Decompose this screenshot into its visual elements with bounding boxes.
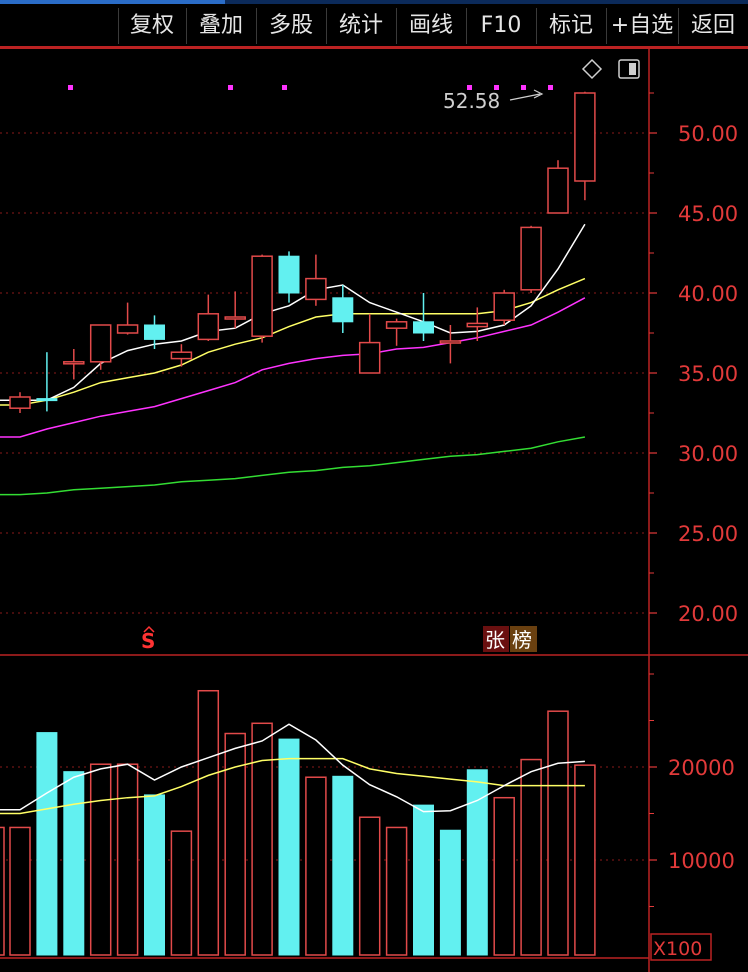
candle-body xyxy=(63,361,85,365)
panel-toggle-icon-fill xyxy=(629,63,636,75)
candle xyxy=(224,291,246,329)
candle xyxy=(413,293,434,341)
candle-body xyxy=(36,398,58,402)
candle-body xyxy=(224,316,246,320)
volume-bar xyxy=(413,804,434,956)
volume-bar-partial xyxy=(0,826,5,956)
candle xyxy=(547,160,569,214)
candle xyxy=(9,392,31,413)
candle-body xyxy=(547,167,569,214)
candle xyxy=(251,254,273,343)
candle-body xyxy=(332,297,354,323)
volume-bar xyxy=(385,826,408,956)
volume-bar xyxy=(305,776,327,956)
candle xyxy=(520,225,542,293)
candle xyxy=(358,313,381,374)
high-price-label: 52.58 xyxy=(443,89,500,113)
signal-dot xyxy=(521,85,526,90)
bang-tag[interactable]: 榜 xyxy=(512,628,532,652)
volume-bar xyxy=(493,796,515,956)
candle-body xyxy=(520,226,542,291)
candle xyxy=(197,294,220,341)
price-tick-label: 20.00 xyxy=(678,602,738,626)
candle-body xyxy=(358,341,381,374)
volume-bar xyxy=(439,829,461,956)
zhang-tag[interactable]: 张 xyxy=(485,628,505,652)
diamond-icon[interactable] xyxy=(581,58,603,80)
volume-bar xyxy=(574,764,596,956)
candle xyxy=(89,324,112,370)
candle-body xyxy=(278,255,300,294)
candle xyxy=(385,318,408,346)
volume-bars xyxy=(0,689,596,956)
candle-body xyxy=(385,321,408,329)
candle-body xyxy=(305,277,327,301)
volume-bar xyxy=(9,826,31,956)
volume-bar xyxy=(89,763,112,956)
candle-body xyxy=(439,340,462,344)
signal-dot xyxy=(68,85,73,90)
candle-body xyxy=(89,324,112,363)
volume-bar xyxy=(547,710,569,956)
volume-tick-label: 20000 xyxy=(668,756,735,780)
volume-axis: 20000 10000 xyxy=(649,673,735,907)
signal-dot xyxy=(228,85,233,90)
candle-body xyxy=(170,351,193,360)
s-signal-marker: S xyxy=(141,629,155,653)
candle-body xyxy=(9,396,31,409)
ma-line-green xyxy=(0,436,586,496)
candle-body xyxy=(144,324,165,340)
price-axis: 50.00 45.00 40.00 35.00 30.00 25.00 20.00 xyxy=(649,92,738,626)
candle xyxy=(116,302,139,335)
candle xyxy=(278,251,300,303)
candle-body xyxy=(574,92,596,182)
price-tick-label: 35.00 xyxy=(678,362,738,386)
candle xyxy=(305,254,327,306)
kline-chart[interactable]: 50.00 45.00 40.00 35.00 30.00 25.00 20.00 2000… xyxy=(0,0,748,972)
volume-scale-label: X100 xyxy=(653,938,702,960)
volume-bar xyxy=(197,689,220,956)
candle xyxy=(574,91,596,201)
price-tick-label: 25.00 xyxy=(678,522,738,546)
volume-bar xyxy=(278,738,300,956)
volume-bar xyxy=(63,771,85,956)
volume-bar xyxy=(251,722,273,956)
candle-body xyxy=(413,321,434,334)
candle-body xyxy=(116,324,139,334)
volume-bar xyxy=(358,816,381,956)
signal-dot xyxy=(548,85,553,90)
price-tick-label: 45.00 xyxy=(678,202,738,226)
volume-bar xyxy=(116,763,139,956)
volume-bar xyxy=(170,830,193,956)
candle-body xyxy=(197,313,220,341)
price-tick-label: 40.00 xyxy=(678,282,738,306)
candle xyxy=(63,349,85,380)
candle xyxy=(332,285,354,333)
volume-bar xyxy=(466,769,488,956)
candle xyxy=(493,289,515,325)
volume-bar xyxy=(144,794,165,956)
price-tick-label: 30.00 xyxy=(678,442,738,466)
volume-bar xyxy=(520,758,542,956)
candle xyxy=(170,344,193,367)
signal-dot xyxy=(282,85,287,90)
volume-bar xyxy=(332,775,354,956)
candle-body xyxy=(251,255,273,337)
candle xyxy=(36,352,58,412)
candlesticks xyxy=(9,91,596,413)
price-tick-label: 50.00 xyxy=(678,122,738,146)
volume-tick-label: 10000 xyxy=(668,849,735,873)
candle-body xyxy=(466,322,489,328)
candle-body xyxy=(493,292,515,321)
volume-bar xyxy=(36,732,58,956)
